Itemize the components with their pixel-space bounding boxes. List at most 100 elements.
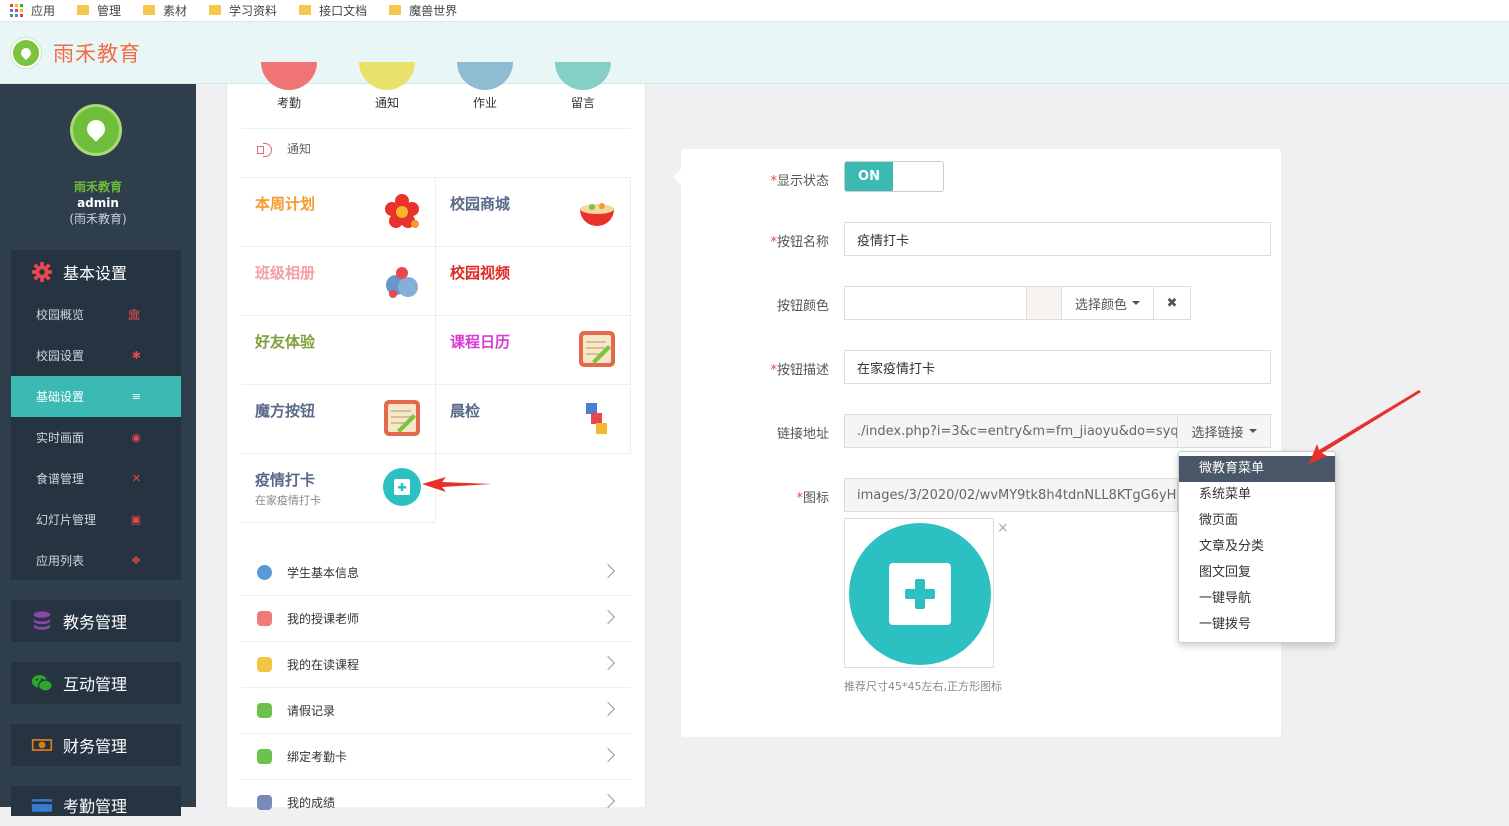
info-list: 学生基本信息 我的授课老师 我的在读课程 请假记录 绑定考勤卡 我的成绩 — [241, 550, 631, 826]
sidebar-item-app-list[interactable]: 应用列表 ❖ — [11, 540, 181, 581]
dropdown-item-articles[interactable]: 文章及分类 — [1179, 534, 1335, 560]
menu-group-attendance[interactable]: 考勤管理 — [11, 786, 181, 816]
choose-link-button[interactable]: 选择链接 — [1177, 414, 1271, 448]
sidebar-item-label: 基础设置 — [36, 390, 85, 404]
list-item[interactable]: 我的授课老师 — [241, 596, 631, 642]
list-item-label: 请假记录 — [287, 704, 336, 718]
sidebar-item-basic-settings[interactable]: 基础设置 ≡ — [11, 376, 181, 417]
list-item[interactable]: 我的成绩 — [241, 780, 631, 826]
tile-course-calendar[interactable]: 课程日历 — [436, 316, 631, 385]
bookmark-folder[interactable]: 管理 — [77, 2, 121, 19]
dropdown-item-micro-page[interactable]: 微页面 — [1179, 508, 1335, 534]
list-item[interactable]: 学生基本信息 — [241, 550, 631, 596]
top-header: 雨禾教育 — [0, 22, 1509, 84]
bookmark-folder[interactable]: 接口文档 — [299, 2, 367, 19]
icon-path-input[interactable]: images/3/2020/02/wvMY9tk8h4tdnNLL8KTgG6y… — [844, 478, 1178, 512]
bank-icon: 🏛 — [127, 308, 141, 321]
icon-label: *图标 — [796, 491, 829, 506]
menu-group-academic[interactable]: 教务管理 — [11, 600, 181, 642]
folder-icon — [299, 4, 312, 15]
tile-epidemic-checkin[interactable]: 疫情打卡 在家疫情打卡 — [241, 454, 436, 523]
status-toggle[interactable]: ON — [844, 161, 944, 192]
tile-magic-button[interactable]: 魔方按钮 — [241, 385, 436, 454]
bookmarks-bar: 应用 管理 素材 学习资料 接口文档 魔兽世界 — [0, 0, 1509, 22]
sidebar-item-campus-settings[interactable]: 校园设置 ✱ — [11, 335, 181, 376]
dropdown-item-one-click-nav[interactable]: 一键导航 — [1179, 586, 1335, 612]
notice-circle-icon[interactable] — [359, 62, 415, 90]
menu-group-interaction[interactable]: 互动管理 — [11, 662, 181, 704]
menu-group-finance[interactable]: 财务管理 — [11, 724, 181, 766]
list-item[interactable]: 我的在读课程 — [241, 642, 631, 688]
dropdown-item-rich-reply[interactable]: 图文回复 — [1179, 560, 1335, 586]
dropdown-item-system-menu[interactable]: 系统菜单 — [1179, 482, 1335, 508]
tile-class-album[interactable]: 班级相册 — [241, 247, 436, 316]
remove-icon[interactable]: × — [997, 520, 1009, 536]
cutlery-icon: ✕ — [131, 472, 141, 485]
link-url-input[interactable]: ./index.php?i=3&c=entry&m=fm_jiaoyu&do=s… — [844, 414, 1178, 448]
button-settings-form: *显示状态 ON *按钮名称 疫情打卡 按钮颜色 选择颜色 ✖ *按钮描述 在家… — [673, 149, 1281, 737]
sidebar-item-recipes[interactable]: 食谱管理 ✕ — [11, 458, 181, 499]
plus-circle-icon — [383, 468, 421, 506]
circle-label: 留言 — [570, 96, 595, 110]
clock-icon — [257, 657, 272, 672]
bookmark-apps[interactable]: 应用 — [0, 2, 55, 19]
list-item-label: 我的在读课程 — [287, 658, 360, 672]
teacher-icon — [257, 611, 272, 626]
card-icon — [31, 799, 53, 812]
sidebar-item-label: 食谱管理 — [36, 472, 85, 486]
speaker-icon — [257, 142, 275, 157]
homework-circle-icon[interactable] — [457, 62, 513, 90]
attendance-circle-icon[interactable] — [261, 62, 317, 90]
menu-group-basic-header[interactable]: 基本设置 — [11, 250, 181, 294]
button-color-input[interactable] — [844, 286, 1027, 320]
button-desc-input[interactable]: 在家疫情打卡 — [844, 350, 1271, 384]
chevron-right-icon — [600, 609, 616, 625]
avatar[interactable] — [70, 104, 122, 156]
link-type-dropdown: 微教育菜单 系统菜单 微页面 文章及分类 图文回复 一键导航 一键拨号 — [1178, 451, 1336, 643]
clear-color-button[interactable]: ✖ — [1153, 286, 1191, 320]
icon-size-hint: 推荐尺寸45*45左右,正方形图标 — [844, 680, 1002, 693]
list-item[interactable]: 请假记录 — [241, 688, 631, 734]
bowl-icon — [580, 203, 614, 226]
color-swatch[interactable] — [1026, 286, 1062, 320]
school-name: 雨禾教育 — [73, 180, 122, 194]
tile-morning-check[interactable]: 晨检 — [436, 385, 631, 454]
plus-circle-icon — [849, 523, 991, 665]
brand-logo-icon[interactable] — [11, 37, 41, 68]
abc-icon — [586, 403, 607, 434]
list-item-label: 学生基本信息 — [287, 566, 360, 580]
bookmark-folder[interactable]: 学习资料 — [209, 2, 277, 19]
brand-title[interactable]: 雨禾教育 — [53, 38, 141, 68]
sidebar-item-label: 校园设置 — [36, 349, 85, 363]
image-icon: ▣ — [130, 513, 141, 526]
cubes-icon: ❖ — [131, 554, 141, 567]
sidebar-item-live-view[interactable]: 实时画面 ◉ — [11, 417, 181, 458]
sidebar-item-campus-overview[interactable]: 校园概览 🏛 — [11, 294, 181, 335]
close-icon: ✖ — [1166, 295, 1178, 311]
bookmark-folder[interactable]: 素材 — [143, 2, 187, 19]
choose-link-label: 选择链接 — [1191, 425, 1244, 441]
notice-bar[interactable]: 通知 — [241, 128, 631, 168]
menu-group-title: 基本设置 — [63, 264, 128, 283]
choose-color-button[interactable]: 选择颜色 — [1061, 286, 1154, 320]
wechat-icon — [31, 674, 53, 692]
list-item[interactable]: 绑定考勤卡 — [241, 734, 631, 780]
circle-label: 作业 — [472, 96, 497, 110]
sidebar-item-label: 幻灯片管理 — [36, 513, 97, 527]
folder-icon — [77, 4, 90, 15]
tile-campus-video[interactable]: 校园视频 — [436, 247, 631, 316]
chart-icon — [257, 795, 272, 810]
tile-friend-trial[interactable]: 好友体验 — [241, 316, 436, 385]
sidebar-item-label: 应用列表 — [36, 554, 85, 568]
bookmark-folder[interactable]: 魔兽世界 — [389, 2, 457, 19]
message-circle-icon[interactable] — [555, 62, 611, 90]
sidebar-item-label: 实时画面 — [36, 431, 85, 445]
chevron-right-icon — [600, 655, 616, 671]
tile-weekly-plan[interactable]: 本周计划 — [241, 178, 436, 247]
button-name-input[interactable]: 疫情打卡 — [844, 222, 1271, 256]
sidebar-item-slides[interactable]: 幻灯片管理 ▣ — [11, 499, 181, 540]
tile-campus-mall[interactable]: 校园商城 — [436, 178, 631, 247]
dropdown-item-one-click-dial[interactable]: 一键拨号 — [1179, 612, 1335, 638]
folder-icon — [143, 4, 156, 15]
bookmark-label: 应用 — [31, 4, 56, 18]
